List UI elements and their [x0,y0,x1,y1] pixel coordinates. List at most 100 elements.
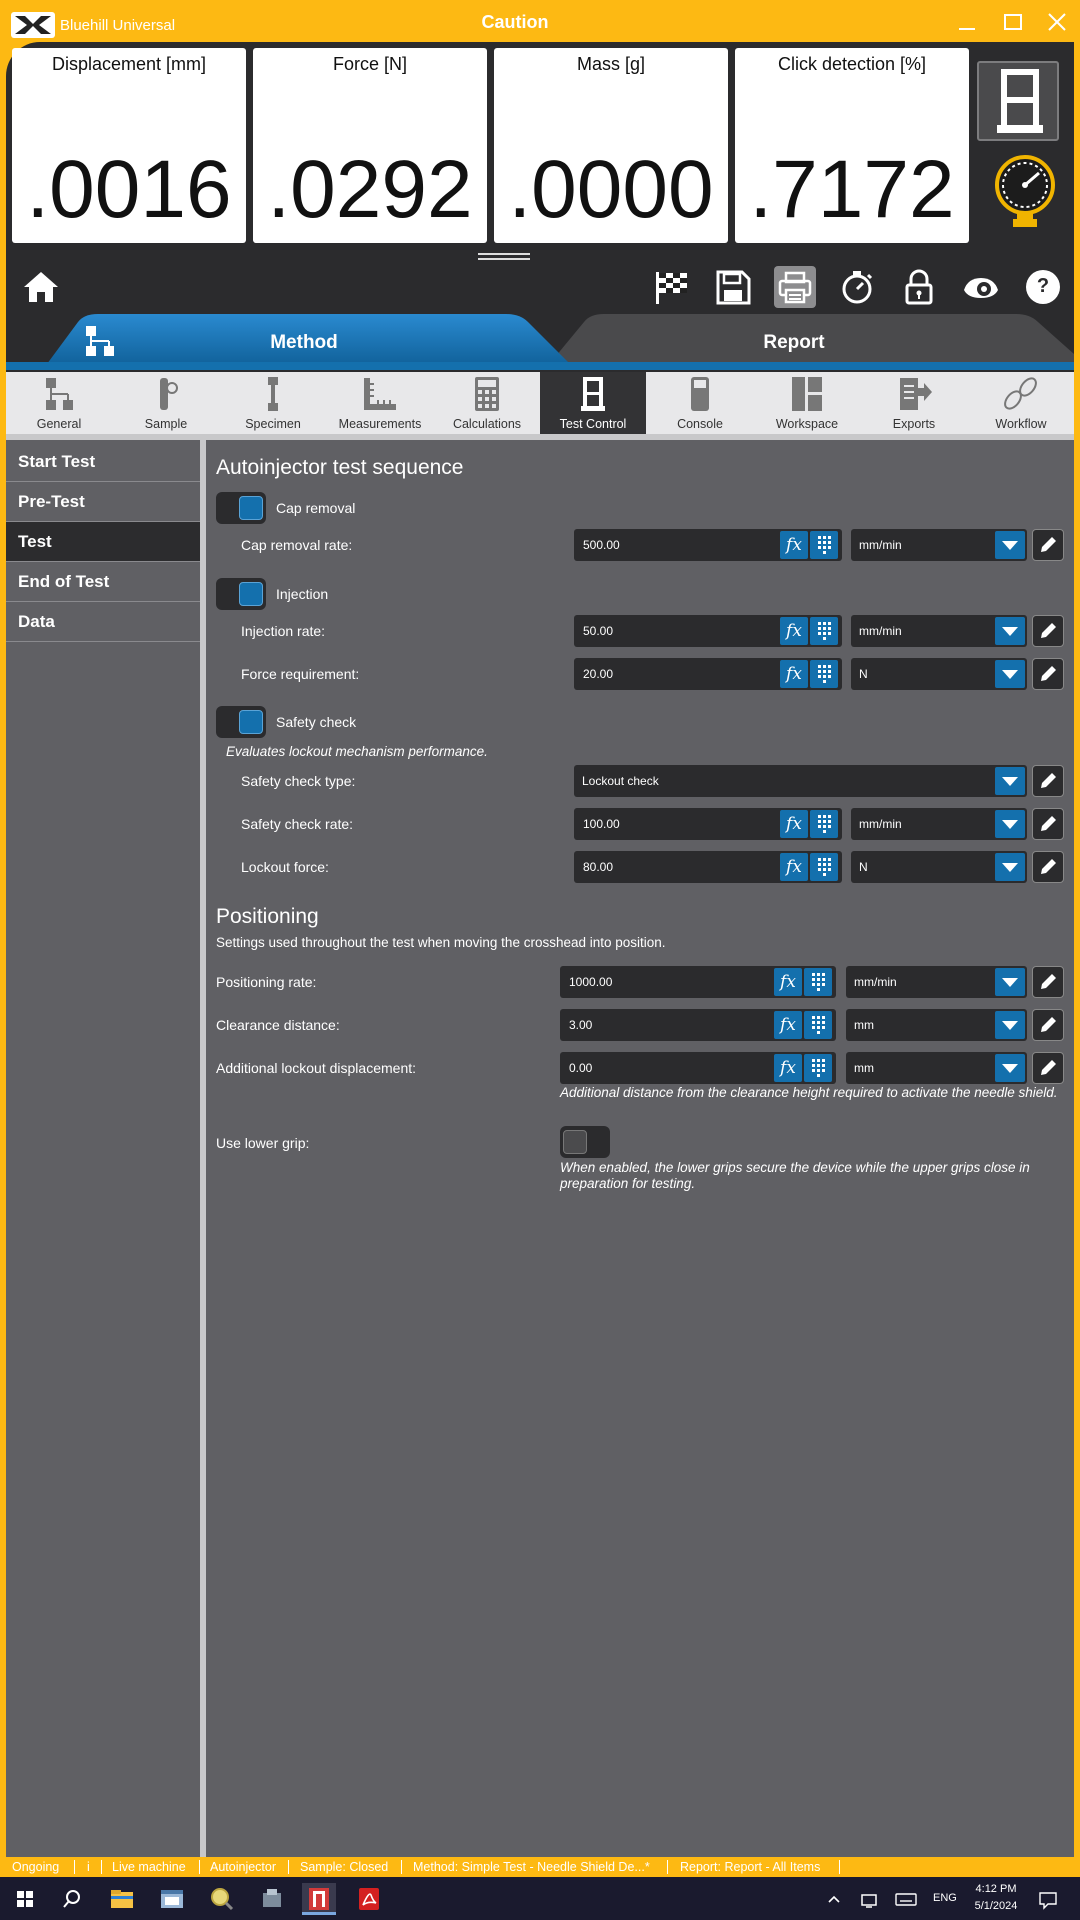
language-indicator[interactable]: ENG [933,1892,957,1904]
formula-fx-icon[interactable]: fx [780,810,808,838]
formula-fx-icon[interactable]: fx [780,660,808,688]
chevron-down-icon[interactable] [995,968,1025,996]
tool-test-control[interactable]: Test Control [540,372,646,434]
chevron-up-icon[interactable] [824,1883,844,1915]
cap-removal-rate-field[interactable]: 500.00 fx [574,529,842,561]
clearance-distance-field[interactable]: 3.00 fx [560,1009,836,1041]
chevron-down-icon[interactable] [995,660,1025,688]
chevron-down-icon[interactable] [995,1011,1025,1039]
formula-fx-icon[interactable]: fx [774,968,802,996]
lockout-force-unit-select[interactable]: N [851,851,1027,883]
cap-removal-edit-button[interactable] [1032,529,1064,561]
injection-rate-edit-button[interactable] [1032,615,1064,647]
injection-toggle[interactable] [216,578,266,610]
clearance-distance-unit-select[interactable]: mm [846,1009,1027,1041]
keypad-icon[interactable] [804,1011,832,1039]
cap-removal-toggle[interactable] [216,492,266,524]
tool-measurements[interactable]: Measurements [327,372,433,434]
stopwatch-icon[interactable] [836,266,878,308]
keypad-icon[interactable] [810,531,838,559]
acrobat-icon[interactable] [352,1883,386,1915]
status-method[interactable]: Method: Simple Test - Needle Shield De..… [413,1860,650,1874]
help-icon[interactable]: ? [1022,266,1064,308]
print-icon[interactable] [774,266,816,308]
lockout-displacement-edit-button[interactable] [1032,1052,1064,1084]
keypad-icon[interactable] [804,968,832,996]
force-requirement-field[interactable]: 20.00 fx [574,658,842,690]
meter-click-detection[interactable]: Click detection [%] .7172 [735,48,969,243]
meter-mass[interactable]: Mass [g] .0000 [494,48,728,243]
keypad-icon[interactable] [804,1054,832,1082]
keypad-icon[interactable] [810,853,838,881]
eye-icon[interactable] [960,266,1002,308]
formula-fx-icon[interactable]: fx [774,1011,802,1039]
status-live-machine[interactable]: Live machine [112,1860,186,1874]
magnifier-app-icon[interactable] [205,1883,239,1915]
save-icon[interactable] [712,266,754,308]
keyboard-icon[interactable] [893,1883,919,1915]
lockout-displacement-unit-select[interactable]: mm [846,1052,1027,1084]
positioning-rate-unit-select[interactable]: mm/min [846,966,1027,998]
sidebar-item-end-of-test[interactable]: End of Test [6,562,200,602]
maximize-button[interactable] [995,10,1029,36]
chevron-down-icon[interactable] [995,1054,1025,1082]
notification-icon[interactable] [1036,1883,1060,1915]
positioning-rate-edit-button[interactable] [1032,966,1064,998]
keypad-icon[interactable] [810,810,838,838]
tool-workspace[interactable]: Workspace [754,372,860,434]
safety-check-rate-unit-select[interactable]: mm/min [851,808,1027,840]
sidebar-item-test[interactable]: Test [6,522,200,562]
sidebar-item-data[interactable]: Data [6,602,200,642]
lockout-force-field[interactable]: 80.00 fx [574,851,842,883]
search-icon[interactable] [55,1883,89,1915]
minimize-button[interactable] [950,10,984,36]
meter-force[interactable]: Force [N] .0292 [253,48,487,243]
chevron-down-icon[interactable] [995,617,1025,645]
windows-start-icon[interactable] [8,1883,42,1915]
status-sample[interactable]: Sample: Closed [300,1860,388,1874]
taskbar-clock[interactable]: 4:12 PM 5/1/2024 [968,1881,1024,1915]
force-requirement-edit-button[interactable] [1032,658,1064,690]
finish-flag-icon[interactable] [650,266,692,308]
chevron-down-icon[interactable] [995,810,1025,838]
tab-report[interactable]: Report [546,314,1074,368]
status-report[interactable]: Report: Report - All Items [680,1860,820,1874]
positioning-rate-field[interactable]: 1000.00 fx [560,966,836,998]
injection-rate-field[interactable]: 50.00 fx [574,615,842,647]
status-autoinjector[interactable]: Autoinjector [210,1860,276,1874]
gauge-icon[interactable] [993,153,1057,231]
network-icon[interactable] [858,1883,882,1915]
close-button[interactable] [1040,10,1074,36]
panel-drag-handle[interactable] [478,253,530,260]
formula-fx-icon[interactable]: fx [774,1054,802,1082]
cap-removal-rate-unit-select[interactable]: mm/min [851,529,1027,561]
frame-control-button[interactable] [977,61,1059,141]
file-explorer-icon[interactable] [105,1883,139,1915]
safety-check-type-edit-button[interactable] [1032,765,1064,797]
chevron-down-icon[interactable] [995,767,1025,795]
tool-sample[interactable]: Sample [113,372,219,434]
lockout-displacement-field[interactable]: 0.00 fx [560,1052,836,1084]
meter-displacement[interactable]: Displacement [mm] .0016 [12,48,246,243]
lock-icon[interactable] [898,266,940,308]
tool-specimen[interactable]: Specimen [220,372,326,434]
formula-fx-icon[interactable]: fx [780,531,808,559]
force-requirement-unit-select[interactable]: N [851,658,1027,690]
tool-console[interactable]: Console [647,372,753,434]
tab-method[interactable]: Method [44,314,574,368]
device-app-icon[interactable] [255,1883,289,1915]
status-info[interactable]: i [87,1860,90,1874]
sidebar-item-start-test[interactable]: Start Test [6,442,200,482]
safety-check-rate-field[interactable]: 100.00 fx [574,808,842,840]
clearance-distance-edit-button[interactable] [1032,1009,1064,1041]
safety-check-toggle[interactable] [216,706,266,738]
chevron-down-icon[interactable] [995,531,1025,559]
keypad-icon[interactable] [810,617,838,645]
status-ongoing[interactable]: Ongoing [12,1860,59,1874]
formula-fx-icon[interactable]: fx [780,853,808,881]
tool-exports[interactable]: Exports [861,372,967,434]
home-icon[interactable] [20,266,62,308]
bluehill-taskbar-icon[interactable] [302,1883,336,1915]
safety-check-type-select[interactable]: Lockout check [574,765,1027,797]
safety-check-rate-edit-button[interactable] [1032,808,1064,840]
